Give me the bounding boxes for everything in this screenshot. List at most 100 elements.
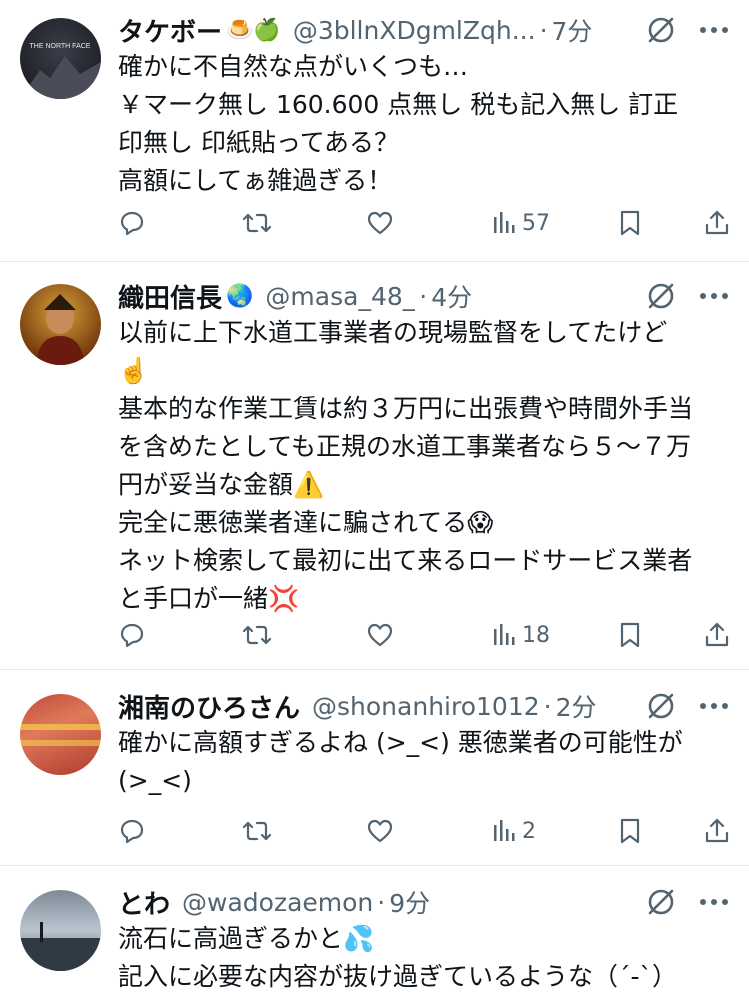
tweet-text-line: 円が妥当な金額⚠️ [118,470,325,499]
retweet-button[interactable] [242,618,272,652]
tweet-text: 確かに高額すぎるよね (>_<) 悪徳業者の可能性が (>_<) [118,724,731,800]
views-button[interactable]: 18 [492,618,550,652]
avatar-logo: THE NORTH FACE [20,43,101,99]
tweet-text-line: ネット検索して最初に出て来るロードサービス業者 [118,546,693,575]
avatar[interactable] [20,284,101,365]
separator-dot: · [419,281,428,311]
bookmark-button[interactable] [618,206,642,240]
tweet-text-line: (>_<) [118,766,192,795]
tweet-text-line: 高額にしてぁ雑過ぎる！ [118,166,393,195]
heart-icon [367,819,393,843]
more-options-icon[interactable] [699,292,729,300]
reply-feed: THE NORTH FACE タケボー 🍮🍏 @3bllnXDgmlZqh...… [0,0,749,997]
tweet[interactable]: とわ @wadozaemon · 9分 流石に高過ぎるかと💦 記入に必要な内容が… [0,866,749,997]
bookmark-icon [620,818,640,844]
like-button[interactable] [366,618,394,652]
action-bar: 2 [118,814,729,848]
tweet-header: とわ @wadozaemon · 9分 [118,882,729,922]
view-count: 57 [522,210,550,236]
avatar[interactable] [20,694,101,775]
share-button[interactable] [704,206,730,240]
reply-button[interactable] [118,206,146,240]
grok-icon[interactable] [645,14,677,46]
tweet[interactable]: 湘南のひろさん @shonanhiro1012 · 2分 確かに高額すぎるよね … [0,670,749,866]
tweet-text-line: 確かに不自然な点がいくつも… [118,52,469,81]
share-button[interactable] [704,618,730,652]
tweet-text-line: 基本的な作業工賃は約３万円に出張費や時間外手当 [118,394,694,423]
like-button[interactable] [366,206,394,240]
tweet-text: 以前に上下水道工事業者の現場監督をしてたけど ☝️ 基本的な作業工賃は約３万円に… [118,314,731,618]
separator-dot: · [377,887,386,917]
name-emoji: 🍮🍏 [226,17,281,43]
heart-icon [367,211,393,235]
avatar[interactable] [20,890,101,971]
share-button[interactable] [704,814,730,848]
display-name[interactable]: タケボー [118,12,222,49]
name-emoji: 🌏 [226,283,254,309]
tweet-header: 湘南のひろさん @shonanhiro1012 · 2分 [118,686,729,726]
display-name[interactable]: 織田信長 [118,278,222,315]
heart-icon [367,623,393,647]
avatar-portrait [36,294,85,365]
tweet-text-line: ￥マーク無し 160.600 点無し 税も記入無し 訂正 [118,90,679,119]
grok-icon[interactable] [645,886,677,918]
tweet-text: 流石に高過ぎるかと💦 記入に必要な内容が抜け過ぎているような（´-`） [118,920,731,996]
tweet-text-line: ☝️ [118,356,150,385]
share-icon [705,818,729,843]
analytics-icon [494,820,515,841]
tweet-text-line: 確かに高額すぎるよね (>_<) 悪徳業者の可能性が [118,728,683,757]
like-button[interactable] [366,814,394,848]
user-handle[interactable]: @wadozaemon [182,888,373,917]
retweet-icon [242,625,272,645]
retweet-icon [242,213,272,233]
views-button[interactable]: 57 [492,206,550,240]
bookmark-button[interactable] [618,814,642,848]
view-count: 18 [522,622,550,648]
tweet-header: 織田信長 🌏 @masa_48_ · 4分 [118,276,729,316]
tweet-text-line: 以前に上下水道工事業者の現場監督をしてたけど [118,318,668,347]
svg-text:THE NORTH FACE: THE NORTH FACE [30,43,91,50]
reply-icon [120,623,144,648]
action-bar: 18 [118,618,729,652]
retweet-button[interactable] [242,814,272,848]
user-handle[interactable]: @3bllnXDgmlZqh... [293,16,536,45]
bookmark-icon [620,210,640,236]
more-options-icon[interactable] [699,702,729,710]
tweet-header: タケボー 🍮🍏 @3bllnXDgmlZqh... · 7分 [118,10,729,50]
user-handle[interactable]: @shonanhiro1012 [312,692,540,721]
share-icon [705,622,729,647]
tweet-text: 確かに不自然な点がいくつも… ￥マーク無し 160.600 点無し 税も記入無し… [118,48,731,200]
retweet-button[interactable] [242,206,272,240]
avatar[interactable]: THE NORTH FACE [20,18,101,99]
tweet-text-line: 記入に必要な内容が抜け過ぎているような（´-`） [118,962,678,991]
user-handle[interactable]: @masa_48_ [265,282,415,311]
timestamp[interactable]: 7分 [552,12,593,48]
more-options-icon[interactable] [699,26,729,34]
share-icon [705,210,729,235]
reply-icon [120,819,144,844]
tweet-text-line: を含めたとしても正規の水道工事業者なら５～７万 [118,432,692,461]
tweet-text-line: と手口が一緒💢 [118,584,300,613]
avatar-photo [20,922,101,971]
grok-icon[interactable] [645,690,677,722]
view-count: 2 [522,818,536,844]
tweet[interactable]: 織田信長 🌏 @masa_48_ · 4分 以前に上下水道工事業者の現場監督をし… [0,262,749,670]
display-name[interactable]: とわ [118,884,170,921]
timestamp[interactable]: 9分 [389,884,430,920]
tweet-text-line: 完全に悪徳業者達に騙されてる😱 [118,508,494,537]
reply-button[interactable] [118,814,146,848]
bookmark-button[interactable] [618,618,642,652]
display-name[interactable]: 湘南のひろさん [118,688,300,725]
tweet-text-line: 印無し 印紙貼ってある？ [118,128,399,157]
analytics-icon [494,624,515,645]
tweet[interactable]: THE NORTH FACE タケボー 🍮🍏 @3bllnXDgmlZqh...… [0,0,749,262]
timestamp[interactable]: 4分 [431,278,472,314]
retweet-icon [242,821,272,841]
tweet-text-line: 流石に高過ぎるかと💦 [118,924,375,953]
grok-icon[interactable] [645,280,677,312]
timestamp[interactable]: 2分 [556,688,597,724]
reply-button[interactable] [118,618,146,652]
views-button[interactable]: 2 [492,814,536,848]
more-options-icon[interactable] [699,898,729,906]
bookmark-icon [620,622,640,648]
